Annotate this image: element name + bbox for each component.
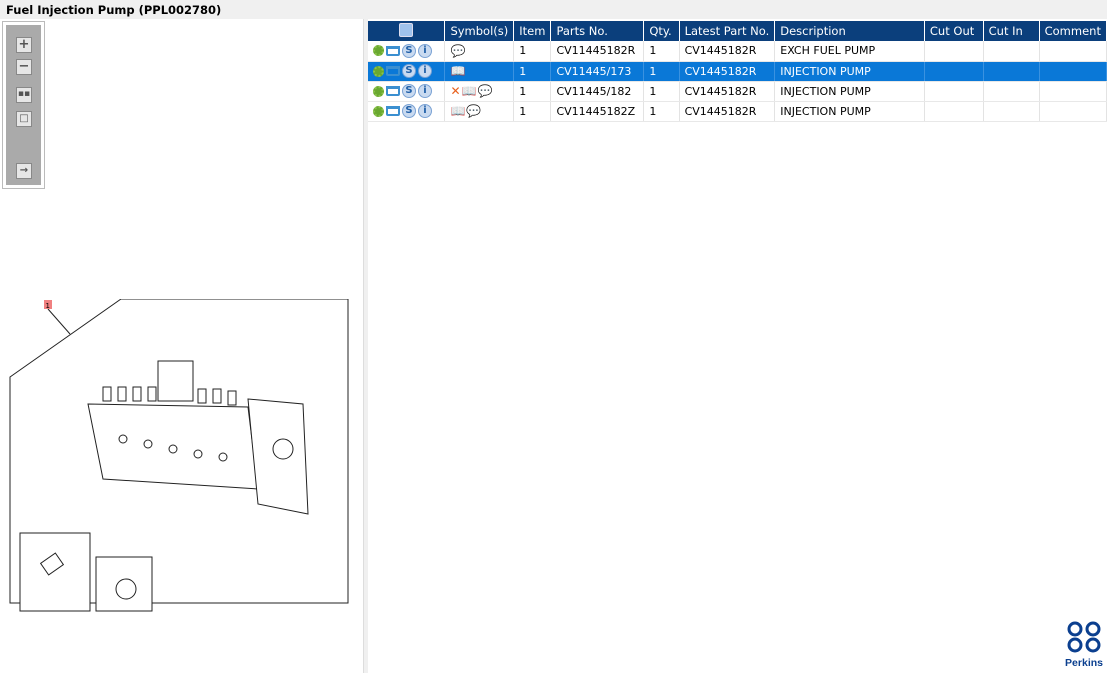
cut-out-cell	[924, 101, 984, 122]
page-title: Fuel Injection Pump (PPL002780)	[0, 0, 1107, 19]
symbols-cell: ✕📖💬	[444, 81, 515, 102]
item-cell: 1	[513, 41, 552, 62]
latest-part-cell: CV1445182R	[679, 41, 776, 62]
book-search-icon[interactable]: 📖	[462, 84, 477, 98]
search-parts-header[interactable]	[368, 21, 446, 41]
comment-icon[interactable]: 💬	[477, 84, 492, 98]
latest-part-cell: CV1445182R	[679, 101, 776, 122]
cart-icon[interactable]	[386, 86, 400, 96]
comment-cell	[1039, 41, 1107, 62]
cut-out-cell	[924, 61, 984, 82]
comment-icon[interactable]: 💬	[466, 104, 481, 118]
drawing-pane: + − ▪▪ □ → 1	[0, 19, 363, 673]
col-cut-out[interactable]: Cut Out	[924, 21, 984, 41]
part-no-cell: CV11445/182	[550, 81, 645, 102]
qty-cell: 1	[643, 81, 680, 102]
s-icon[interactable]: S	[402, 43, 416, 58]
qty-cell: 1	[643, 41, 680, 62]
latest-part-cell: CV1445182R	[679, 61, 776, 82]
exploded-drawing: 1	[9, 299, 349, 612]
cart-icon[interactable]	[386, 106, 400, 116]
col-symbols[interactable]: Symbol(s)	[444, 21, 515, 41]
callout-label: 1	[46, 302, 50, 310]
col-parts-no[interactable]: Parts No.	[550, 21, 645, 41]
qty-cell: 1	[643, 61, 680, 82]
parts-table: Symbol(s) Item Parts No. Qty. Latest Par…	[368, 21, 1107, 122]
perkins-logo-mark	[1067, 621, 1101, 653]
cut-in-cell	[983, 101, 1040, 122]
comment-cell	[1039, 61, 1107, 82]
col-comment[interactable]: Comment	[1039, 21, 1107, 41]
perkins-logo: Perkins	[1065, 620, 1103, 669]
cut-out-cell	[924, 81, 984, 102]
book-search-icon[interactable]: 📖	[450, 104, 465, 118]
cut-in-cell	[983, 81, 1040, 102]
description-cell: INJECTION PUMP	[774, 61, 925, 82]
part-no-cell: CV11445182Z	[550, 101, 645, 122]
info-icon[interactable]: i	[418, 64, 432, 78]
gear-icon[interactable]	[373, 105, 384, 117]
info-icon[interactable]: i	[418, 84, 432, 98]
col-cut-in[interactable]: Cut In	[983, 21, 1040, 41]
table-row[interactable]: Si 📖💬 1 CV11445182Z 1 CV1445182R INJECTI…	[368, 101, 1107, 122]
s-icon[interactable]: S	[402, 104, 416, 118]
table-row[interactable]: Si 💬 1 CV11445182R 1 CV1445182R EXCH FUE…	[368, 41, 1107, 62]
export-icon[interactable]: →	[16, 163, 32, 179]
item-cell: 1	[513, 101, 552, 122]
fit-window-icon[interactable]: □	[16, 111, 32, 127]
col-item[interactable]: Item	[513, 21, 552, 41]
description-cell: INJECTION PUMP	[774, 101, 925, 122]
comment-cell	[1039, 101, 1107, 122]
viewer-toolbar: + − ▪▪ □ →	[2, 21, 45, 189]
description-cell: EXCH FUEL PUMP	[774, 41, 925, 62]
info-icon[interactable]: i	[418, 104, 432, 118]
part-no-cell: CV11445/173	[550, 61, 645, 82]
symbols-cell: 💬	[444, 41, 515, 62]
cut-in-cell	[983, 61, 1040, 82]
col-description[interactable]: Description	[774, 21, 925, 41]
zoom-out-icon[interactable]: −	[16, 59, 32, 75]
cut-in-cell	[983, 41, 1040, 62]
latest-part-cell: CV1445182R	[679, 81, 776, 102]
symbols-cell: 📖💬	[444, 101, 515, 122]
zoom-in-icon[interactable]: +	[16, 37, 32, 53]
parts-list-pane: Symbol(s) Item Parts No. Qty. Latest Par…	[368, 19, 1107, 673]
s-icon[interactable]: S	[402, 84, 416, 98]
gear-icon[interactable]	[373, 45, 384, 57]
comment-cell	[1039, 81, 1107, 102]
logo-text: Perkins	[1065, 657, 1103, 669]
cart-icon[interactable]	[386, 45, 400, 56]
col-latest-part-no[interactable]: Latest Part No.	[679, 21, 776, 41]
item-cell: 1	[513, 81, 552, 102]
comment-icon[interactable]: 💬	[450, 44, 465, 58]
cart-icon[interactable]	[386, 66, 400, 76]
item-cell: 1	[513, 61, 552, 82]
description-cell: INJECTION PUMP	[774, 81, 925, 102]
info-icon[interactable]: i	[418, 43, 432, 58]
fit-all-icon[interactable]: ▪▪	[16, 87, 32, 103]
part-no-cell: CV11445182R	[550, 41, 645, 62]
symbols-cell: 📖	[444, 61, 515, 82]
cross-icon[interactable]: ✕	[450, 84, 460, 98]
gear-icon[interactable]	[373, 85, 384, 97]
s-icon[interactable]: S	[402, 64, 416, 78]
gear-icon[interactable]	[373, 65, 384, 77]
magnifier-icon	[399, 22, 414, 37]
qty-cell: 1	[643, 101, 680, 122]
book-search-icon[interactable]: 📖	[450, 64, 465, 78]
cut-out-cell	[924, 41, 984, 62]
table-row[interactable]: Si 📖 1 CV11445/173 1 CV1445182R INJECTIO…	[368, 61, 1107, 82]
table-row[interactable]: Si ✕📖💬 1 CV11445/182 1 CV1445182R INJECT…	[368, 81, 1107, 102]
col-qty[interactable]: Qty.	[643, 21, 680, 41]
